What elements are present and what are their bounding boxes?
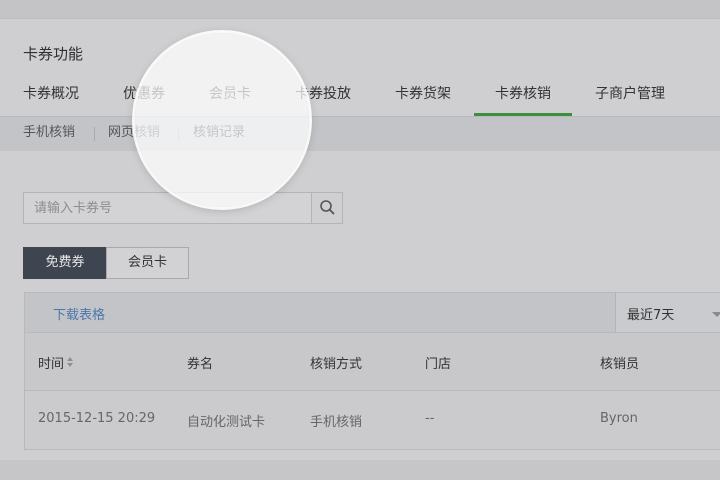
subtab-divider [94, 127, 95, 141]
date-range-value: 最近7天 [627, 308, 675, 323]
table-header: 时间 券名 核销方式 门店 核销员 [25, 333, 720, 391]
tab-card-shelf[interactable]: 卡券货架 [395, 78, 451, 116]
subtab-divider [178, 127, 179, 141]
cell-time: 2015-12-15 20:29 [38, 411, 156, 426]
cell-operator: Byron [600, 411, 638, 426]
column-header-redemption-method: 核销方式 [310, 357, 363, 372]
tab-coupons[interactable]: 优惠券 [123, 78, 165, 116]
main-tabs: 卡券概况 优惠券 会员卡 卡券投放 卡券货架 卡券核销 子商户管理 [0, 78, 720, 118]
column-header-time-label: 时间 [38, 357, 65, 372]
tab-member-card[interactable]: 会员卡 [209, 78, 251, 116]
top-bar [0, 0, 720, 18]
sort-icon[interactable] [67, 357, 75, 369]
subtab-redemption-records[interactable]: 核销记录 [193, 117, 245, 149]
cell-coupon-name: 自动化测试卡 [187, 415, 266, 430]
column-header-time: 时间 [38, 353, 75, 372]
cell-store: -- [425, 411, 435, 426]
tab-card-redemption[interactable]: 卡券核销 [474, 78, 572, 116]
chevron-down-icon [712, 312, 720, 317]
tab-card-distribution[interactable]: 卡券投放 [295, 78, 351, 116]
table-toolbar: 下载表格 最近7天 [25, 293, 720, 333]
free-coupon-toggle[interactable]: 免费券 [23, 247, 107, 279]
column-header-store: 门店 [425, 357, 452, 372]
column-header-coupon-name: 券名 [187, 357, 214, 372]
tab-card-overview[interactable]: 卡券概况 [23, 78, 79, 116]
cell-redemption-method: 手机核销 [310, 415, 363, 430]
sub-tabs: 手机核销 网页核销 核销记录 [0, 117, 720, 151]
section-title: 卡券功能 [23, 45, 84, 63]
column-header-operator: 核销员 [600, 357, 640, 372]
card-number-search [23, 192, 343, 224]
redemption-records-table: 下载表格 最近7天 时间 券名 核销方式 门店 核销员 2015-12-15 2… [24, 292, 720, 450]
date-range-select[interactable]: 最近7天 [615, 293, 720, 332]
download-table-link[interactable]: 下载表格 [53, 304, 105, 323]
tab-sub-merchant-management[interactable]: 子商户管理 [595, 78, 665, 116]
subtab-mobile-redemption[interactable]: 手机核销 [23, 117, 75, 149]
member-card-toggle[interactable]: 会员卡 [106, 247, 189, 279]
card-number-input[interactable] [24, 193, 312, 223]
search-button[interactable] [311, 193, 342, 223]
subtab-web-redemption[interactable]: 网页核销 [108, 117, 160, 149]
bottom-bar [0, 460, 720, 480]
search-icon [320, 200, 335, 215]
table-row: 2015-12-15 20:29 自动化测试卡 手机核销 -- Byron [25, 391, 720, 449]
